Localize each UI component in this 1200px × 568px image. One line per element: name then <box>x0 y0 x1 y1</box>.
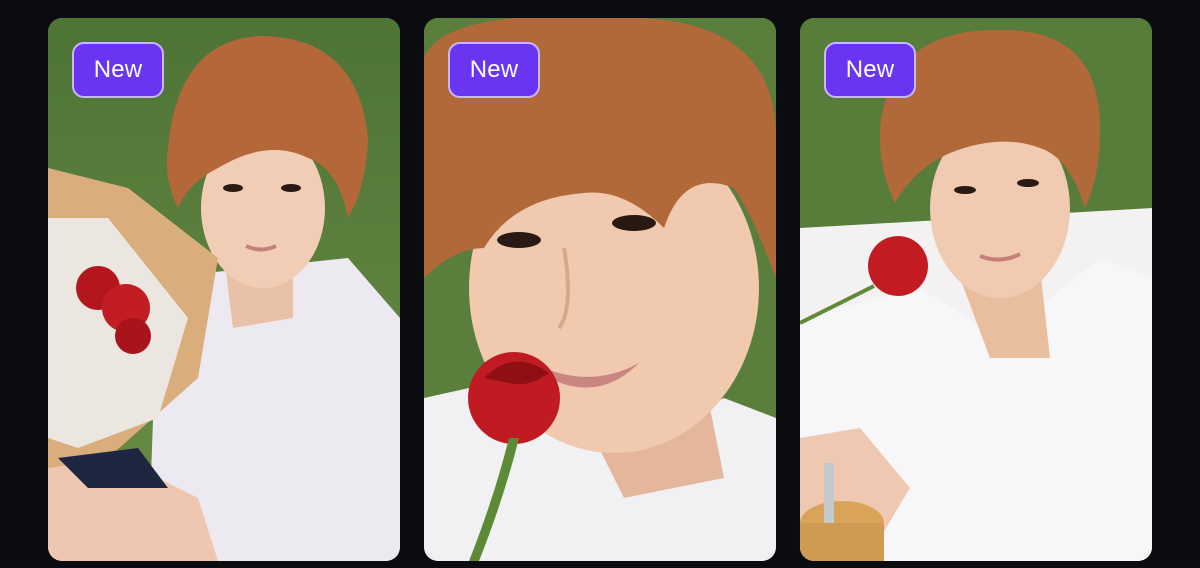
photocard-1[interactable]: New <box>48 18 400 561</box>
photo-rose-lying-image <box>800 18 1152 561</box>
photocard-2[interactable]: New <box>424 18 776 561</box>
new-badge: New <box>448 42 540 98</box>
photo-rose-closeup-image <box>424 18 776 561</box>
new-badge: New <box>824 42 916 98</box>
new-badge: New <box>72 42 164 98</box>
photocard-3[interactable]: New <box>800 18 1152 561</box>
photo-bouquet-image <box>48 18 400 561</box>
